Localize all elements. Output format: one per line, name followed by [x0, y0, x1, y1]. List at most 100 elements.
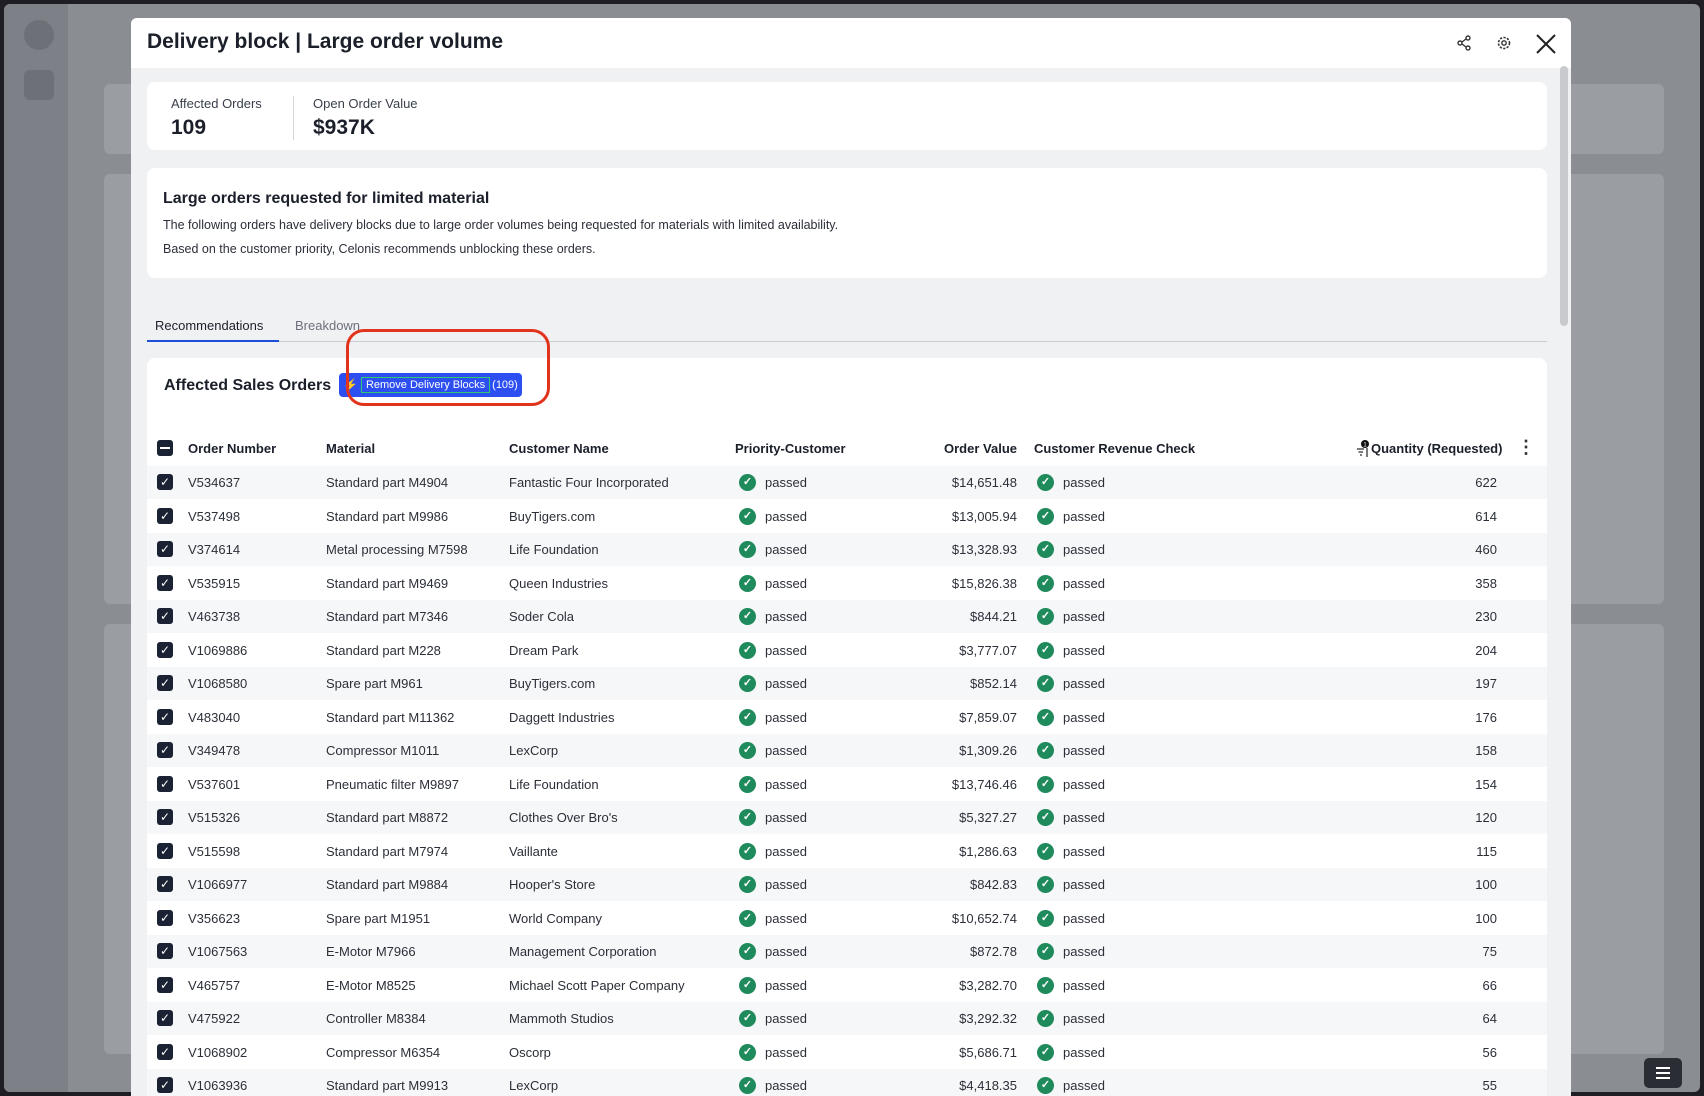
customer-name-cell: Mammoth Studios: [509, 1011, 614, 1026]
table-row[interactable]: ✓ V515326 Standard part M8872 Clothes Over …: [147, 801, 1547, 834]
table-row[interactable]: ✓ V1067563 E-Motor M7966 Management Corpora…: [147, 935, 1547, 968]
table-row[interactable]: ✓ V537498 Standard part M9986 BuyTigers.com…: [147, 500, 1547, 533]
row-checkbox[interactable]: ✓: [157, 809, 173, 825]
modal-scrollbar[interactable]: [1560, 66, 1568, 326]
customer-name-cell: Daggett Industries: [509, 709, 615, 725]
row-checkbox[interactable]: ✓: [157, 842, 173, 859]
column-order-number[interactable]: Order Number: [188, 441, 276, 456]
table-row[interactable]: ✓ V349478 Compressor M1011 LexCorp ✓ passed $1…: [147, 734, 1547, 767]
table-row[interactable]: ✓ V1068580 Spare part M961 BuyTigers.com ✓ pa…: [147, 667, 1547, 700]
priority-customer-cell: passed: [765, 508, 807, 524]
sort-descending-icon[interactable]: 1: [1355, 440, 1371, 458]
customer-revenue-check-cell: passed: [1063, 776, 1105, 792]
table-row[interactable]: ✓ V1068902 Compressor M6354 Oscorp ✓ passed $5…: [147, 1036, 1547, 1069]
material-cell: Standard part M228: [326, 642, 441, 658]
row-checkbox[interactable]: ✓: [157, 775, 173, 792]
check-circle-icon: ✓: [739, 1077, 756, 1094]
select-all-checkbox[interactable]: [157, 440, 173, 456]
row-checkbox[interactable]: ✓: [157, 742, 173, 758]
tab-recommendations[interactable]: Recommendations: [155, 318, 263, 333]
kpi-divider: [293, 96, 294, 140]
row-checkbox[interactable]: ✓: [157, 574, 173, 591]
column-order-value[interactable]: Order Value: [907, 441, 1017, 456]
table-row[interactable]: ✓ V475922 Controller M8384 Mammoth Studios ✓…: [147, 1002, 1547, 1035]
check-circle-icon: ✓: [739, 474, 756, 491]
check-circle-icon: ✓: [739, 976, 756, 994]
priority-customer-cell: passed: [765, 676, 807, 691]
table-row[interactable]: ✓ V374614 Metal processing M7598 Life Found…: [147, 533, 1547, 566]
row-checkbox[interactable]: ✓: [157, 943, 173, 959]
table-row[interactable]: ✓ V535915 Standard part M9469 Queen Industr…: [147, 567, 1547, 600]
row-checkbox[interactable]: ✓: [157, 1010, 173, 1026]
column-quantity-requested[interactable]: Quantity (Requested): [1371, 441, 1502, 456]
tab-breakdown[interactable]: Breakdown: [295, 318, 360, 333]
row-checkbox[interactable]: ✓: [157, 1043, 173, 1060]
priority-customer-cell: passed: [765, 1078, 807, 1093]
column-customer-name[interactable]: Customer Name: [509, 441, 609, 456]
order-value-cell: $3,777.07: [959, 642, 1017, 658]
customer-revenue-check-cell: passed: [1063, 475, 1105, 490]
gear-icon[interactable]: [1493, 32, 1515, 54]
table-row[interactable]: ✓ V483040 Standard part M11362 Daggett Indu…: [147, 701, 1547, 734]
quantity-requested-cell: 204: [1475, 642, 1497, 658]
order-value-cell: $842.83: [970, 877, 1017, 892]
row-checkbox[interactable]: ✓: [157, 507, 173, 524]
priority-customer-cell: passed: [765, 944, 807, 959]
priority-customer-cell: passed: [765, 776, 807, 792]
priority-customer-cell: passed: [765, 877, 807, 892]
row-checkbox[interactable]: ✓: [157, 541, 173, 557]
column-material[interactable]: Material: [326, 441, 375, 456]
row-checkbox[interactable]: ✓: [157, 1077, 173, 1093]
active-tab-indicator: [147, 340, 279, 342]
row-checkbox[interactable]: ✓: [157, 675, 173, 691]
row-checkbox[interactable]: ✓: [157, 708, 173, 725]
close-icon[interactable]: [1533, 31, 1559, 57]
order-number-cell: V356623: [188, 910, 241, 926]
customer-name-cell: Soder Cola: [509, 609, 575, 624]
check-circle-icon: ✓: [1037, 641, 1054, 659]
priority-customer-cell: passed: [765, 1011, 807, 1026]
kpi-open-order-value: $937K: [313, 116, 375, 139]
check-circle-icon: ✓: [1037, 742, 1054, 759]
quantity-requested-cell: 614: [1475, 508, 1497, 524]
column-priority-customer[interactable]: Priority-Customer: [735, 441, 846, 456]
priority-customer-cell: passed: [765, 843, 807, 859]
order-value-cell: $3,282.70: [959, 977, 1017, 993]
more-options-icon[interactable]: ⋮: [1517, 437, 1535, 458]
table-row[interactable]: ✓ V463738 Standard part M7346 Soder Cola ✓ pa…: [147, 600, 1547, 633]
material-cell: Standard part M11362: [326, 709, 455, 725]
row-checkbox[interactable]: ✓: [157, 474, 173, 490]
priority-customer-cell: passed: [765, 575, 807, 591]
kpi-card: Affected Orders 109 Open Order Value $93…: [147, 82, 1547, 150]
customer-name-cell: Life Foundation: [509, 542, 599, 557]
customer-revenue-check-cell: passed: [1063, 910, 1105, 926]
column-customer-revenue-check[interactable]: Customer Revenue Check: [1034, 441, 1195, 456]
menu-icon[interactable]: [1644, 1058, 1682, 1088]
order-number-cell: V483040: [188, 709, 241, 725]
row-checkbox[interactable]: ✓: [157, 909, 173, 926]
table-row[interactable]: ✓ V1063936 Standard part M9913 LexCorp ✓ pass…: [147, 1069, 1547, 1096]
quantity-requested-cell: 460: [1475, 542, 1497, 557]
kpi-open-order-value-label: Open Order Value: [313, 96, 418, 111]
table-row[interactable]: ✓ V1066977 Standard part M9884 Hooper's Sto…: [147, 868, 1547, 901]
table-row[interactable]: ✓ V356623 Spare part M1951 World Company ✓ pa…: [147, 902, 1547, 935]
table-row[interactable]: ✓ V537601 Pneumatic filter M9897 Life Found…: [147, 768, 1547, 801]
row-checkbox[interactable]: ✓: [157, 608, 173, 624]
table-row[interactable]: ✓ V465757 E-Motor M8525 Michael Scott Paper…: [147, 969, 1547, 1002]
priority-customer-cell: passed: [765, 642, 807, 658]
table-row[interactable]: ✓ V515598 Standard part M7974 Vaillante ✓ pas…: [147, 835, 1547, 868]
check-circle-icon: ✓: [739, 1010, 756, 1027]
customer-revenue-check-cell: passed: [1063, 877, 1105, 892]
row-checkbox[interactable]: ✓: [157, 641, 173, 658]
row-checkbox[interactable]: ✓: [157, 976, 173, 993]
row-checkbox[interactable]: ✓: [157, 876, 173, 892]
table-row[interactable]: ✓ V534637 Standard part M4904 Fantastic Fou…: [147, 466, 1547, 499]
share-icon[interactable]: [1453, 32, 1475, 54]
table-row[interactable]: ✓ V1069886 Standard part M228 Dream Park ✓ pa…: [147, 634, 1547, 667]
quantity-requested-cell: 154: [1475, 776, 1497, 792]
order-value-cell: $3,292.32: [959, 1011, 1017, 1026]
check-circle-icon: ✓: [1037, 541, 1054, 558]
quantity-requested-cell: 197: [1475, 676, 1497, 691]
quantity-requested-cell: 64: [1482, 1011, 1497, 1026]
material-cell: Compressor M1011: [326, 743, 440, 758]
